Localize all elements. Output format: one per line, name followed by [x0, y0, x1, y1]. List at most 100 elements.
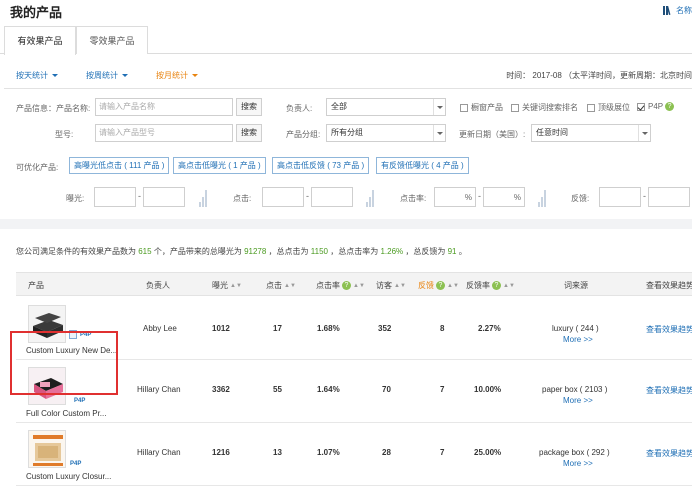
- feedback-range-label: 反馈:: [571, 194, 590, 203]
- daily-stats-label: 按天统计: [16, 71, 48, 80]
- top-right-area[interactable]: 名称: [663, 5, 692, 16]
- click-max-input[interactable]: [311, 187, 353, 207]
- click-min-input[interactable]: [262, 187, 304, 207]
- owner-select-value: 全部: [331, 102, 347, 111]
- sort-icon: ▲▼: [353, 282, 365, 289]
- chip-high-click-low-exposure[interactable]: 高点击低曝光 ( 1 产品 ): [173, 157, 266, 174]
- owner-select[interactable]: 全部: [326, 98, 446, 116]
- keyword-rank-checkbox[interactable]: 关键词搜索排名: [511, 102, 578, 113]
- header-feedback[interactable]: 反馈? ▲▼: [418, 280, 459, 291]
- optimizable-label: 可优化产品:: [16, 163, 59, 172]
- exposure-min-input[interactable]: [94, 187, 136, 207]
- header-visitors[interactable]: 访客 ▲▼: [376, 280, 406, 291]
- header-feedback-rate[interactable]: 反馈率? ▲▼: [466, 280, 515, 291]
- product-thumbnail[interactable]: [28, 430, 66, 468]
- model-input[interactable]: 请输入产品型号: [95, 124, 233, 142]
- ctr-max-percent: %: [513, 193, 521, 202]
- update-date-select[interactable]: 任意时间: [531, 124, 651, 142]
- checkbox-icon: [460, 103, 468, 112]
- update-date-select-value: 任意时间: [536, 128, 568, 137]
- feedback-min-input[interactable]: [599, 187, 641, 207]
- p4p-badge: P4P: [70, 461, 82, 467]
- weekly-stats-dropdown[interactable]: 按周统计: [86, 70, 128, 81]
- help-icon[interactable]: ?: [665, 102, 675, 112]
- clicks-cell: 55: [273, 385, 282, 394]
- view-trend-link[interactable]: 查看效果趋势: [646, 385, 692, 396]
- group-select-value: 所有分组: [331, 128, 363, 137]
- sort-icon: ▲▼: [503, 282, 515, 289]
- product-name-link[interactable]: Full Color Custom Pr...: [26, 409, 106, 418]
- keyword-cell: luxury ( 244 ): [552, 324, 599, 333]
- filter-panel: 产品信息：产品名称: 请输入产品名称 搜索 负责人: 全部 橱窗产品 关键词搜索…: [4, 88, 692, 218]
- feedback-cell: 7: [440, 448, 445, 457]
- view-trend-link[interactable]: 查看效果趋势: [646, 324, 692, 335]
- daily-stats-dropdown[interactable]: 按天统计: [16, 70, 58, 81]
- ctr-max-input[interactable]: %: [483, 187, 525, 207]
- view-trend-link[interactable]: 查看效果趋势: [646, 448, 692, 459]
- exposure-cell: 1216: [212, 448, 230, 457]
- exposure-range-dash: -: [138, 191, 141, 201]
- monthly-stats-dropdown[interactable]: 按月统计: [156, 70, 198, 81]
- tab-zero-effect-products[interactable]: 零效果产品: [76, 26, 148, 54]
- ctr-cell: 1.64%: [317, 385, 340, 394]
- sort-icon: ▲▼: [284, 282, 296, 289]
- header-clicks[interactable]: 点击 ▲▼: [266, 280, 296, 291]
- more-link[interactable]: More >>: [563, 396, 593, 405]
- chevron-down-icon: [122, 74, 128, 78]
- page-header: 我的产品 名称: [0, 0, 692, 26]
- help-icon[interactable]: ?: [342, 281, 351, 291]
- header-product: 产品: [28, 281, 44, 290]
- product-name-search-button[interactable]: 搜索: [236, 98, 262, 116]
- exposure-range-label: 曝光:: [66, 194, 85, 203]
- chip-high-click-low-feedback[interactable]: 高点击低反馈 ( 73 产品 ): [272, 157, 370, 174]
- product-name-link[interactable]: Custom Luxury Closur...: [26, 472, 111, 481]
- feedback-cell: 8: [440, 324, 445, 333]
- sort-icon: ▲▼: [447, 282, 459, 289]
- click-range-dash: -: [306, 191, 309, 201]
- table-row: P4P Custom Luxury Closur... Hillary Chan…: [16, 423, 692, 486]
- group-select[interactable]: 所有分组: [326, 124, 446, 142]
- checkbox-checked-icon: [637, 102, 645, 111]
- help-icon[interactable]: ?: [436, 281, 445, 291]
- chevron-down-icon: [433, 125, 445, 141]
- owner-label: 负责人:: [286, 104, 313, 113]
- header-owner: 负责人: [146, 281, 170, 290]
- window-product-checkbox[interactable]: 橱窗产品: [460, 102, 503, 113]
- top-right-label[interactable]: 名称: [676, 5, 692, 16]
- chip-feedback-low-exposure[interactable]: 有反馈低曝光 ( 4 产品 ): [376, 157, 469, 174]
- exposure-cell: 1012: [212, 324, 230, 333]
- product-tabs: 有效果产品 零效果产品: [0, 26, 692, 55]
- tab-effective-products[interactable]: 有效果产品: [4, 26, 76, 55]
- exposure-max-input[interactable]: [143, 187, 185, 207]
- ctr-cell: 1.07%: [317, 448, 340, 457]
- feedback-range-dash: -: [643, 191, 646, 201]
- ctr-min-percent: %: [464, 193, 472, 202]
- summary-clicks: 1150: [310, 247, 328, 256]
- chevron-down-icon: [52, 74, 58, 78]
- table-header: 产品 负责人 曝光 ▲▼ 点击 ▲▼ 点击率? ▲▼ 访客 ▲▼ 反馈? ▲▼ 反馈率? ▲…: [16, 272, 692, 296]
- ctr-min-input[interactable]: %: [434, 187, 476, 207]
- clicks-cell: 13: [273, 448, 282, 457]
- feedback-max-input[interactable]: [648, 187, 690, 207]
- group-label: 产品分组:: [286, 130, 321, 139]
- more-link[interactable]: More >>: [563, 459, 593, 468]
- header-keyword-source: 词来源: [564, 281, 588, 290]
- bookshelf-icon: [663, 6, 671, 15]
- ctr-histogram-icon: [538, 189, 546, 207]
- chevron-down-icon: [638, 125, 650, 141]
- section-divider: [0, 219, 692, 229]
- product-name-input[interactable]: 请输入产品名称: [95, 98, 233, 116]
- feedback-rate-cell: 2.27%: [478, 324, 501, 333]
- exposure-cell: 3362: [212, 385, 230, 394]
- owner-cell: Abby Lee: [143, 324, 177, 333]
- chip-high-exposure-low-click[interactable]: 高曝光低点击 ( 111 产品 ): [69, 157, 170, 174]
- header-ctr[interactable]: 点击率? ▲▼: [316, 280, 365, 291]
- header-exposure[interactable]: 曝光 ▲▼: [212, 280, 242, 291]
- model-search-button[interactable]: 搜索: [236, 124, 262, 142]
- top-display-checkbox[interactable]: 顶级展位: [587, 102, 630, 113]
- help-icon[interactable]: ?: [492, 281, 501, 291]
- p4p-checkbox[interactable]: P4P?: [637, 102, 675, 112]
- p4p-badge: P4P: [74, 398, 86, 404]
- checkbox-icon: [587, 103, 595, 112]
- more-link[interactable]: More >>: [563, 335, 593, 344]
